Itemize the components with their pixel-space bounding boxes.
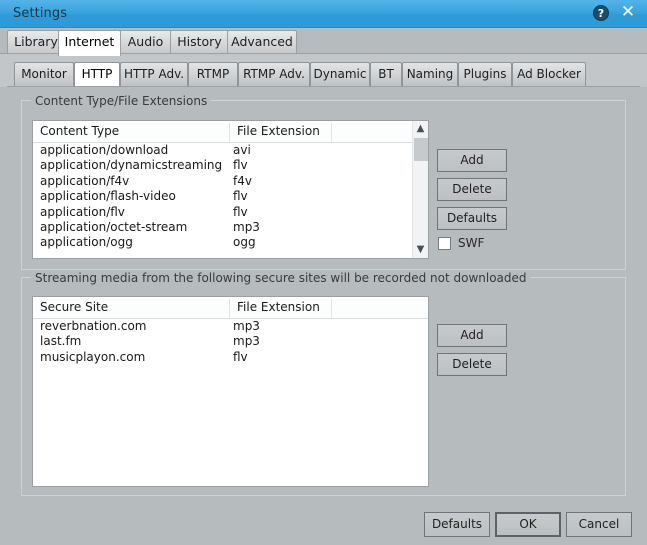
content-type-listbox[interactable]: Content Type File Extension application/…: [32, 120, 429, 259]
main-tab-advanced[interactable]: Advanced: [227, 30, 297, 54]
table-row[interactable]: application/download avi: [33, 143, 428, 158]
content-type-list-header: Content Type File Extension: [33, 121, 428, 143]
footer-cancel-button[interactable]: Cancel: [566, 512, 632, 537]
title-bar-buttons: ? ✕: [593, 4, 637, 22]
content-type-defaults-button[interactable]: Defaults: [437, 207, 507, 230]
sub-tab-dynamic[interactable]: Dynamic: [310, 62, 370, 86]
close-icon[interactable]: ✕: [619, 4, 637, 22]
window-title: Settings: [13, 6, 68, 21]
secure-sites-group-legend: Streaming media from the following secur…: [31, 271, 531, 285]
cell-content-type: application/flash-video: [40, 189, 176, 204]
main-tab-library[interactable]: Library: [7, 30, 65, 54]
sub-tab-monitor[interactable]: Monitor: [14, 62, 74, 86]
sub-tab-http[interactable]: HTTP: [74, 62, 120, 86]
content-type-delete-button[interactable]: Delete: [437, 178, 507, 201]
sub-tab-bt[interactable]: BT: [370, 62, 402, 86]
content-type-add-button[interactable]: Add: [437, 149, 507, 172]
sub-tab-plugins[interactable]: Plugins: [458, 62, 512, 86]
swf-checkbox[interactable]: SWF: [438, 236, 484, 250]
column-header-content-type[interactable]: Content Type: [33, 121, 229, 142]
column-header-secure-site[interactable]: Secure Site: [33, 297, 229, 318]
main-tab-audio[interactable]: Audio: [119, 30, 172, 54]
secure-sites-list-rows: reverbnation.com mp3 last.fm mp3 musicplayon…: [33, 319, 428, 365]
cell-secure-site: musicplayon.com: [40, 349, 146, 364]
secure-sites-list-header: Secure Site File Extension: [33, 297, 428, 319]
content-type-group-legend: Content Type/File Extensions: [31, 94, 212, 108]
swf-checkbox-label: SWF: [458, 236, 485, 250]
cell-secure-site: last.fm: [40, 334, 82, 349]
content-type-list-rows: application/download avi application/dynam…: [33, 143, 428, 251]
table-row[interactable]: application/ogg ogg: [33, 235, 428, 250]
title-bar: Settings ? ✕: [0, 0, 647, 28]
cell-file-extension: mp3: [233, 319, 260, 333]
scrollbar-thumb[interactable]: [414, 138, 428, 161]
sub-tab-ad-blocker[interactable]: Ad Blocker: [512, 62, 586, 86]
cell-content-type: application/ogg: [40, 235, 133, 250]
footer-defaults-button[interactable]: Defaults: [424, 512, 490, 537]
cell-file-extension: ogg: [233, 235, 256, 250]
cell-content-type: application/dynamicstreaming: [40, 158, 223, 173]
main-tab-strip: Library Internet Audio History Advanced: [0, 28, 647, 56]
table-row[interactable]: application/flv flv: [33, 205, 428, 220]
column-header-file-extension[interactable]: File Extension: [230, 121, 331, 142]
sub-tab-naming[interactable]: Naming: [402, 62, 458, 86]
chevron-up-icon[interactable]: ▲: [413, 121, 428, 137]
main-tab-internet[interactable]: Internet: [58, 30, 121, 56]
sub-tab-rtmp-adv-[interactable]: RTMP Adv.: [238, 62, 310, 86]
table-row[interactable]: application/flash-video flv: [33, 189, 428, 204]
cell-content-type: application/flv: [40, 204, 125, 219]
table-row[interactable]: application/octet-stream mp3: [33, 220, 428, 235]
column-header-secure-file-extension[interactable]: File Extension: [230, 297, 331, 318]
cell-secure-site: reverbnation.com: [40, 319, 147, 333]
cell-file-extension: flv: [233, 204, 248, 219]
chevron-down-icon[interactable]: ▼: [413, 242, 428, 258]
table-row[interactable]: last.fm mp3: [33, 334, 428, 349]
table-row[interactable]: application/f4v f4v: [33, 174, 428, 189]
table-row[interactable]: musicplayon.com flv: [33, 350, 428, 365]
sub-tab-http-adv-[interactable]: HTTP Adv.: [120, 62, 188, 86]
column-header-blank[interactable]: [332, 121, 412, 142]
secure-sites-delete-button[interactable]: Delete: [437, 353, 507, 376]
cell-file-extension: mp3: [233, 219, 260, 234]
sub-tab-rtmp[interactable]: RTMP: [188, 62, 238, 86]
secure-sites-listbox[interactable]: Secure Site File Extension reverbnation.…: [32, 296, 429, 487]
help-icon[interactable]: ?: [593, 5, 609, 21]
cell-file-extension: mp3: [233, 334, 260, 349]
cell-content-type: application/f4v: [40, 173, 130, 188]
cell-content-type: application/octet-stream: [40, 219, 188, 234]
column-header-secure-blank[interactable]: [332, 297, 428, 318]
cell-content-type: application/download: [40, 143, 169, 157]
cell-file-extension: flv: [233, 349, 248, 364]
cell-file-extension: flv: [233, 189, 248, 204]
settings-content-pane: Content Type/File Extensions Content Typ…: [0, 87, 647, 545]
secure-sites-add-button[interactable]: Add: [437, 324, 507, 347]
cell-file-extension: avi: [233, 143, 251, 157]
footer-ok-button[interactable]: OK: [495, 512, 561, 537]
cell-file-extension: flv: [233, 158, 248, 173]
cell-file-extension: f4v: [233, 173, 252, 188]
swf-checkbox-box[interactable]: [438, 236, 451, 250]
content-type-scrollbar[interactable]: ▲ ▼: [412, 121, 428, 258]
main-tab-history[interactable]: History: [170, 30, 229, 54]
table-row[interactable]: reverbnation.com mp3: [33, 319, 428, 334]
table-row[interactable]: application/dynamicstreaming flv: [33, 158, 428, 173]
